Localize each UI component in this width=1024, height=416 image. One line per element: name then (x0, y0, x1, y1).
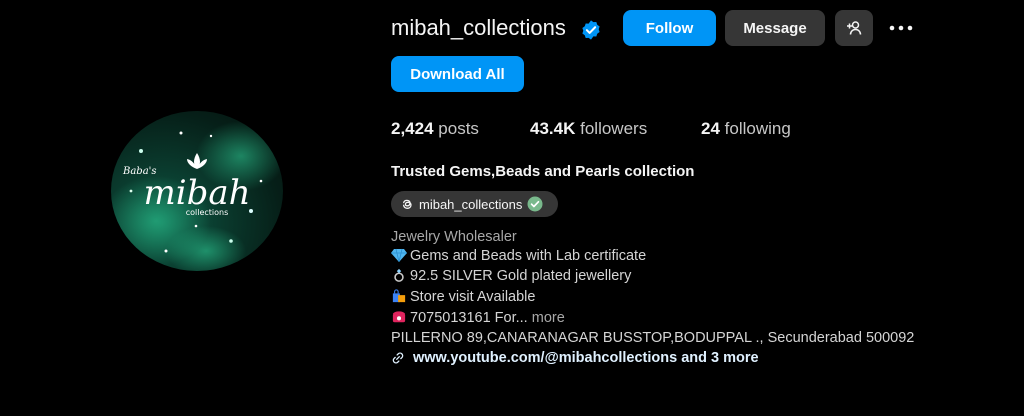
following-count[interactable]: 24 following (701, 119, 791, 139)
follow-button[interactable]: Follow (623, 10, 716, 46)
category-label: Jewelry Wholesaler (391, 229, 517, 245)
bio-line: 92.5 SILVER Gold plated jewellery (391, 268, 631, 284)
threads-badge[interactable]: mibah_collections (391, 191, 558, 217)
posts-number: 2,424 (391, 119, 434, 138)
suggested-users-button[interactable] (835, 10, 873, 46)
posts-label: posts (438, 119, 479, 138)
download-all-button[interactable]: Download All (391, 56, 524, 92)
bio-line-text: Store visit Available (410, 289, 536, 305)
svg-text:collections: collections (186, 208, 229, 217)
following-number: 24 (701, 119, 720, 138)
external-link[interactable]: www.youtube.com/@mibahcollections and 3 … (391, 350, 759, 366)
avatar[interactable]: Baba's mibah collections (111, 111, 283, 271)
gem-icon (391, 248, 407, 262)
more-icon (889, 25, 913, 31)
avatar-logo: Baba's mibah collections (122, 166, 251, 217)
followers-count[interactable]: 43.4K followers (530, 119, 647, 139)
svg-text:mibah: mibah (143, 173, 250, 213)
ring-icon (394, 268, 404, 282)
more-link[interactable]: more (532, 310, 565, 326)
link-icon (392, 352, 404, 364)
followers-label: followers (580, 119, 648, 138)
profile-full-name: Trusted Gems,Beads and Pearls collection (391, 163, 695, 180)
following-label: following (724, 119, 791, 138)
bio-line: Store visit Available (391, 289, 535, 305)
more-options-button[interactable] (884, 10, 918, 46)
add-user-icon (847, 21, 862, 35)
posts-count: 2,424 posts (391, 119, 479, 139)
verified-badge-icon (582, 20, 600, 40)
bio-line-text: 92.5 SILVER Gold plated jewellery (410, 268, 632, 284)
bio-line: Gems and Beads with Lab certificate (391, 248, 646, 264)
bio-line: 7075013161 For... more (391, 310, 565, 326)
message-button[interactable]: Message (725, 10, 825, 46)
telephone-icon (392, 311, 406, 323)
shopping-bags-icon (392, 289, 406, 303)
bio-line-text: Gems and Beads with Lab certificate (410, 248, 647, 264)
checkmark-icon (527, 196, 543, 212)
address-text: PILLERNO 89,CANARANAGAR BUSSTOP,BODUPPAL… (391, 330, 915, 346)
threads-handle: mibah_collections (419, 196, 523, 212)
bio-line-text: 7075013161 For... (410, 310, 528, 326)
threads-icon (402, 199, 412, 209)
external-link-text[interactable]: www.youtube.com/@mibahcollections and 3 … (413, 350, 759, 366)
followers-number: 43.4K (530, 119, 576, 138)
username: mibah_collections (391, 15, 566, 40)
